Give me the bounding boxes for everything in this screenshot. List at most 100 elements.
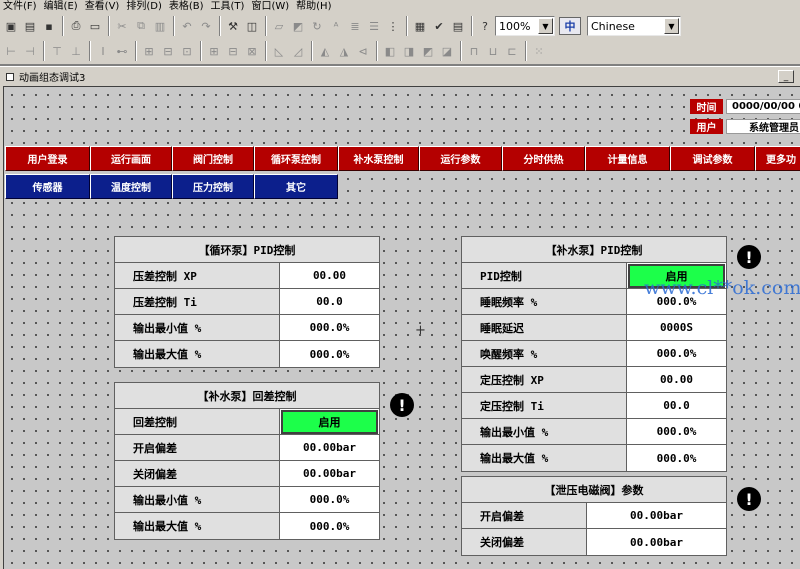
space-vertical-icon[interactable]: ⊟ [224, 42, 242, 60]
draw-icon[interactable]: ▱ [270, 17, 288, 35]
rotate-icon[interactable]: ↻ [308, 17, 326, 35]
hysteresis-enable-toggle[interactable]: 启用 [281, 410, 378, 434]
warning-icon[interactable]: ! [737, 487, 761, 511]
cut-icon[interactable]: ✂ [113, 17, 131, 35]
menu-help[interactable]: 帮助(H) [293, 0, 335, 13]
new-icon[interactable]: ▣ [2, 17, 20, 35]
menu-view[interactable]: 查看(V) [82, 0, 124, 13]
param-value-input[interactable]: 000.0% [627, 419, 726, 444]
bring-forward-icon[interactable]: ◩ [419, 42, 437, 60]
param-row: 输出最大值 % 000.0% [462, 445, 726, 471]
send-back-icon[interactable]: ◨ [400, 42, 418, 60]
nav-valve-control[interactable]: 阀门控制 [172, 146, 254, 171]
minimize-button[interactable]: _ [778, 70, 794, 83]
nav-run-params[interactable]: 运行参数 [419, 146, 502, 171]
toolbar-separator [311, 41, 313, 61]
unlock-icon[interactable]: ⊔ [484, 42, 502, 60]
nav-temperature-control[interactable]: 温度控制 [90, 174, 172, 199]
param-value-input[interactable]: 000.0% [627, 445, 726, 471]
menu-file[interactable]: 文件(F) [0, 0, 41, 13]
flip-vertical-icon[interactable]: ◮ [335, 42, 353, 60]
bring-front-icon[interactable]: ◧ [381, 42, 399, 60]
toolbar-separator [43, 41, 45, 61]
text-format-icon[interactable]: ᴬ [327, 17, 345, 35]
warning-icon[interactable]: ! [737, 245, 761, 269]
properties-icon[interactable]: ▦ [411, 17, 429, 35]
redo-icon[interactable]: ↷ [197, 17, 215, 35]
param-value-input[interactable]: 00.0 [627, 393, 726, 418]
align-text-icon[interactable]: ≣ [346, 17, 364, 35]
grid-dots-icon[interactable]: ⁙ [530, 42, 548, 60]
param-value-input[interactable]: 00.00 [627, 367, 726, 392]
param-value-input[interactable]: 0000S [627, 315, 726, 340]
param-value-input[interactable]: 00.0 [280, 289, 379, 314]
nav-pressure-control[interactable]: 压力控制 [172, 174, 254, 199]
nav-sensor[interactable]: 传感器 [5, 174, 90, 199]
param-value-input[interactable]: 00.00bar [587, 529, 726, 555]
param-value-input[interactable]: 00.00bar [587, 503, 726, 528]
align-bottom-icon[interactable]: ⊥ [67, 42, 85, 60]
zoom-select[interactable]: 100% ▼ [495, 16, 555, 36]
param-value-input[interactable]: 000.0% [280, 315, 379, 340]
nav-other[interactable]: 其它 [254, 174, 338, 199]
language-select[interactable]: Chinese ▼ [587, 16, 681, 36]
flip-horizontal-icon[interactable]: ◭ [316, 42, 334, 60]
menu-table[interactable]: 表格(B) [166, 0, 208, 13]
language-icon[interactable]: 中 [559, 17, 581, 35]
param-value-input[interactable]: 000.0% [280, 513, 379, 539]
param-value-input[interactable]: 000.0% [280, 487, 379, 512]
nav-debug-params[interactable]: 调试参数 [670, 146, 755, 171]
chevron-down-icon[interactable]: ▼ [664, 18, 679, 34]
paste-icon[interactable]: ▥ [151, 17, 169, 35]
same-width-icon[interactable]: ⊞ [140, 42, 158, 60]
param-value-input[interactable]: 00.00 [280, 263, 379, 288]
rotate-left-icon[interactable]: ◺ [270, 42, 288, 60]
open-icon[interactable]: ▤ [21, 17, 39, 35]
same-height-icon[interactable]: ⊟ [159, 42, 177, 60]
nav-run-screen[interactable]: 运行画面 [90, 146, 172, 171]
center-horizontal-icon[interactable]: ⊷ [113, 42, 131, 60]
same-size-icon[interactable]: ⊡ [178, 42, 196, 60]
mirror-icon[interactable]: ⊲ [354, 42, 372, 60]
edit-shape-icon[interactable]: ◩ [289, 17, 307, 35]
check-icon[interactable]: ✔ [430, 17, 448, 35]
frame-icon[interactable]: ◫ [243, 17, 261, 35]
print-preview-icon[interactable]: ▭ [86, 17, 104, 35]
send-backward-icon[interactable]: ◪ [438, 42, 456, 60]
center-vertical-icon[interactable]: Ⅰ [94, 42, 112, 60]
align-right-icon[interactable]: ⊣ [21, 42, 39, 60]
menu-arrange[interactable]: 排列(D) [123, 0, 166, 13]
warning-icon[interactable]: ! [390, 393, 414, 417]
nav-makeup-pump[interactable]: 补水泵控制 [338, 146, 419, 171]
grid-icon[interactable]: ⋮ [384, 17, 402, 35]
nav-metering-info[interactable]: 计量信息 [585, 146, 670, 171]
menu-window[interactable]: 窗口(W) [248, 0, 293, 13]
undo-icon[interactable]: ↶ [178, 17, 196, 35]
nav-timed-heating[interactable]: 分时供热 [502, 146, 585, 171]
align-left-icon[interactable]: ⊢ [2, 42, 20, 60]
nav-more[interactable]: 更多功 [755, 146, 800, 171]
tools-icon[interactable]: ⚒ [224, 17, 242, 35]
nav-circulation-pump[interactable]: 循环泵控制 [254, 146, 338, 171]
menu-tools[interactable]: 工具(T) [208, 0, 249, 13]
print-icon[interactable]: ⎙ [67, 17, 85, 35]
param-value-input[interactable]: 00.00bar [280, 435, 379, 460]
space-horizontal-icon[interactable]: ⊞ [205, 42, 223, 60]
param-value-input[interactable]: 000.0% [280, 341, 379, 367]
help-icon[interactable]: ? [476, 17, 494, 35]
document-icon[interactable]: ▤ [449, 17, 467, 35]
chevron-down-icon[interactable]: ▼ [538, 18, 553, 34]
list-icon[interactable]: ☰ [365, 17, 383, 35]
distribute-icon[interactable]: ⊠ [243, 42, 261, 60]
align-top-icon[interactable]: ⊤ [48, 42, 66, 60]
param-value-input[interactable]: 000.0% [627, 341, 726, 366]
menu-edit[interactable]: 编辑(E) [41, 0, 82, 13]
copy-icon[interactable]: ⧉ [132, 17, 150, 35]
param-label: 开启偏差 [115, 435, 280, 460]
lock-icon[interactable]: ⊓ [465, 42, 483, 60]
group-icon[interactable]: ⊏ [503, 42, 521, 60]
rotate-right-icon[interactable]: ◿ [289, 42, 307, 60]
save-icon[interactable]: ▪ [40, 17, 58, 35]
param-value-input[interactable]: 00.00bar [280, 461, 379, 486]
nav-user-login[interactable]: 用户登录 [5, 146, 90, 171]
